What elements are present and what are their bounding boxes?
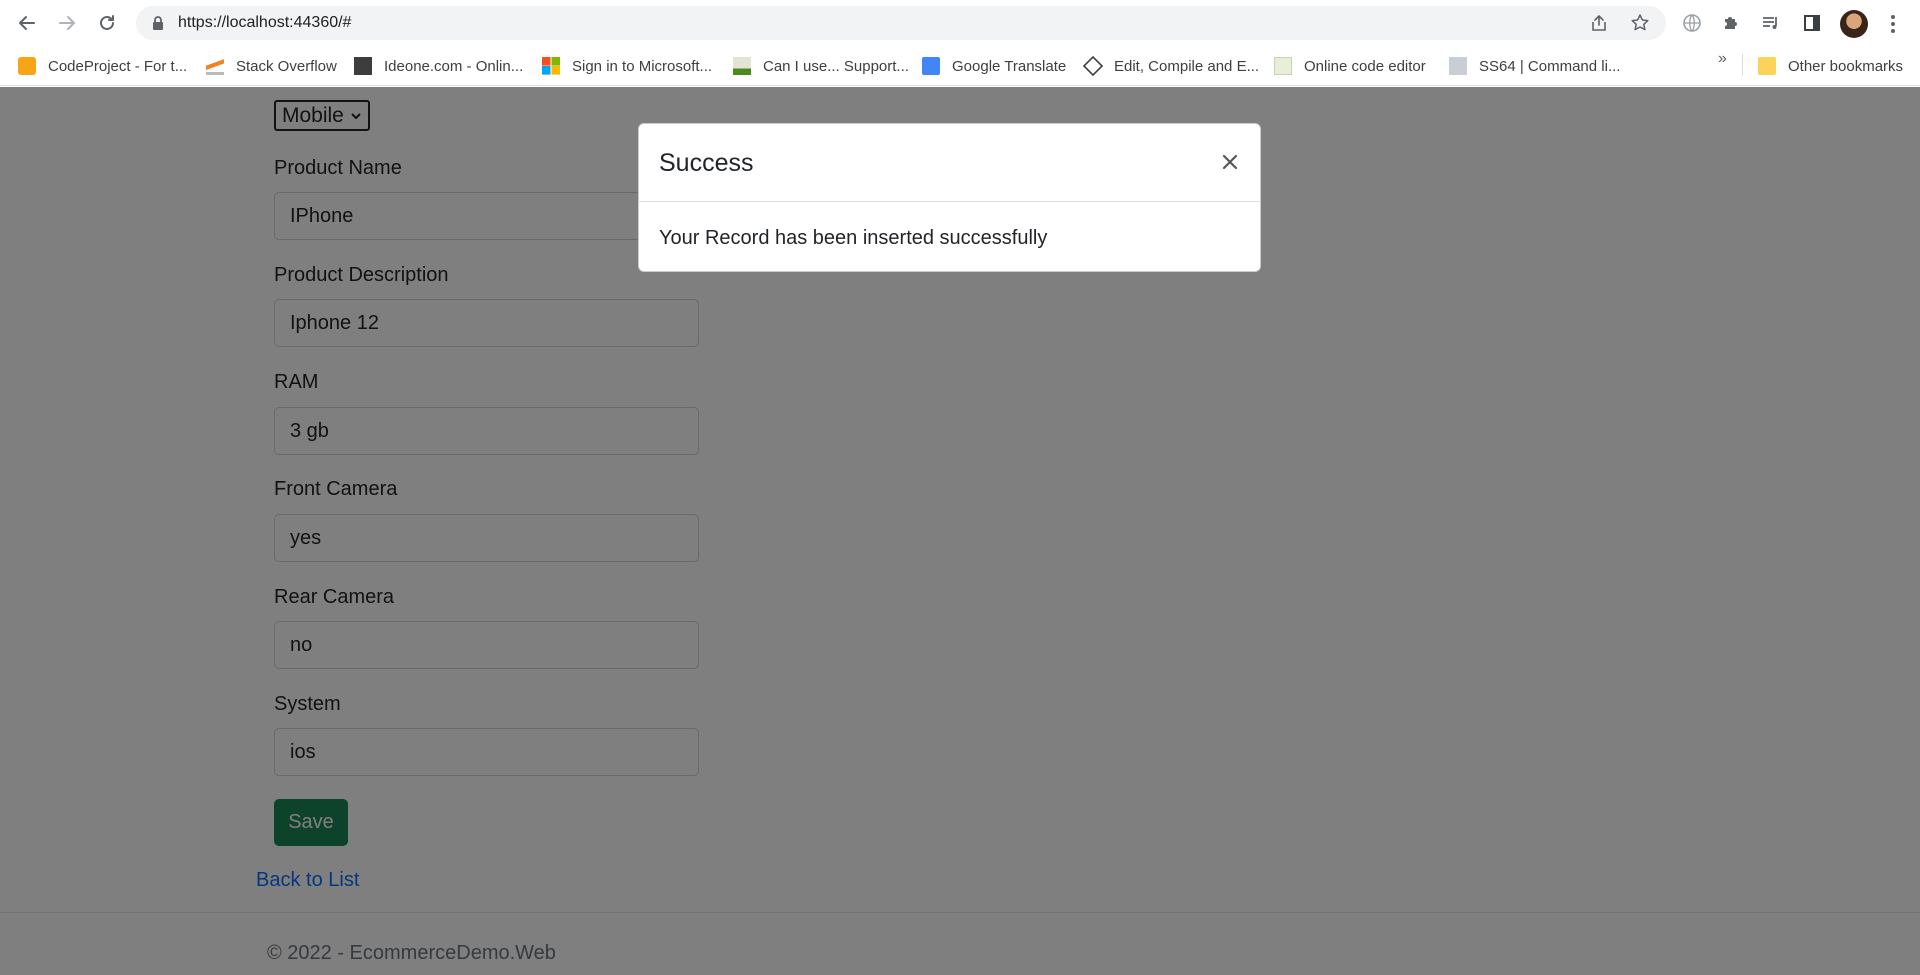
other-bookmarks-label: Other bookmarks bbox=[1788, 57, 1904, 75]
bookmark-ss64[interactable]: SS64 | Command li... bbox=[1449, 55, 1620, 77]
bookmark-label: SS64 | Command li... bbox=[1479, 57, 1621, 75]
share-icon[interactable] bbox=[1589, 13, 1609, 33]
playlist-icon[interactable] bbox=[1760, 12, 1782, 34]
modal-title: Success bbox=[659, 149, 754, 177]
more-bookmarks-button[interactable]: » bbox=[1718, 50, 1727, 68]
side-panel-icon[interactable] bbox=[1801, 12, 1823, 34]
bookmark-label: Edit, Compile and E... bbox=[1114, 57, 1260, 75]
bookmark-code-editor[interactable]: Online code editor bbox=[1274, 55, 1426, 77]
bookmark-compiler[interactable]: Edit, Compile and E... bbox=[1082, 55, 1260, 77]
ss64-icon bbox=[1449, 57, 1467, 75]
code-editor-icon bbox=[1274, 57, 1292, 75]
bookmark-codeproject[interactable]: CodeProject - For t... bbox=[18, 55, 187, 77]
star-icon[interactable] bbox=[1630, 13, 1650, 33]
lock-icon bbox=[153, 16, 163, 30]
ideone-icon bbox=[354, 57, 372, 75]
browser-toolbar: https://localhost:44360/# bbox=[0, 0, 1920, 46]
bookmark-label: Google Translate bbox=[952, 57, 1067, 75]
bookmark-label: Can I use... Support... bbox=[763, 57, 909, 75]
close-icon[interactable] bbox=[1220, 152, 1240, 172]
bookmark-caniuse[interactable]: Can I use... Support... bbox=[733, 55, 909, 77]
microsoft-icon bbox=[542, 57, 560, 75]
success-modal: Success Your Record has been inserted su… bbox=[638, 123, 1261, 272]
codeproject-icon bbox=[18, 57, 36, 75]
bookmark-ideone[interactable]: Ideone.com - Onlin... bbox=[354, 55, 523, 77]
modal-message: Your Record has been inserted successful… bbox=[659, 227, 1048, 249]
bookmark-label: Ideone.com - Onlin... bbox=[384, 57, 524, 75]
globe-icon[interactable] bbox=[1681, 12, 1703, 34]
caniuse-icon bbox=[733, 57, 751, 75]
arrow-left-icon bbox=[19, 16, 35, 30]
google-translate-icon bbox=[922, 57, 940, 75]
bookmark-label: Sign in to Microsoft... bbox=[572, 57, 713, 75]
url-text[interactable]: https://localhost:44360/# bbox=[178, 14, 351, 32]
puzzle-icon[interactable] bbox=[1720, 12, 1742, 34]
bookmarks-bar: CodeProject - For t... Stack Overflow Id… bbox=[0, 46, 1920, 86]
profile-avatar[interactable] bbox=[1840, 10, 1868, 38]
arrow-right-icon bbox=[59, 16, 75, 30]
reload-button[interactable] bbox=[91, 7, 123, 39]
back-button[interactable] bbox=[11, 7, 43, 39]
bookmark-label: CodeProject - For t... bbox=[48, 57, 188, 75]
address-bar[interactable]: https://localhost:44360/# bbox=[136, 6, 1666, 40]
bookmark-label: Stack Overflow bbox=[236, 57, 337, 75]
bookmarks-divider bbox=[1742, 54, 1743, 76]
bookmark-google-translate[interactable]: Google Translate bbox=[922, 55, 1066, 77]
folder-icon bbox=[1758, 57, 1776, 75]
bookmark-microsoft[interactable]: Sign in to Microsoft... bbox=[542, 55, 712, 77]
compiler-icon bbox=[1082, 55, 1104, 77]
forward-button[interactable] bbox=[51, 7, 83, 39]
reload-icon bbox=[100, 15, 114, 30]
kebab-menu-icon[interactable] bbox=[1885, 12, 1901, 36]
other-bookmarks[interactable]: Other bookmarks bbox=[1758, 55, 1903, 77]
bookmark-stackoverflow[interactable]: Stack Overflow bbox=[206, 55, 337, 77]
modal-header: Success bbox=[639, 124, 1260, 202]
bookmark-label: Online code editor bbox=[1304, 57, 1426, 75]
stackoverflow-icon bbox=[206, 57, 224, 75]
